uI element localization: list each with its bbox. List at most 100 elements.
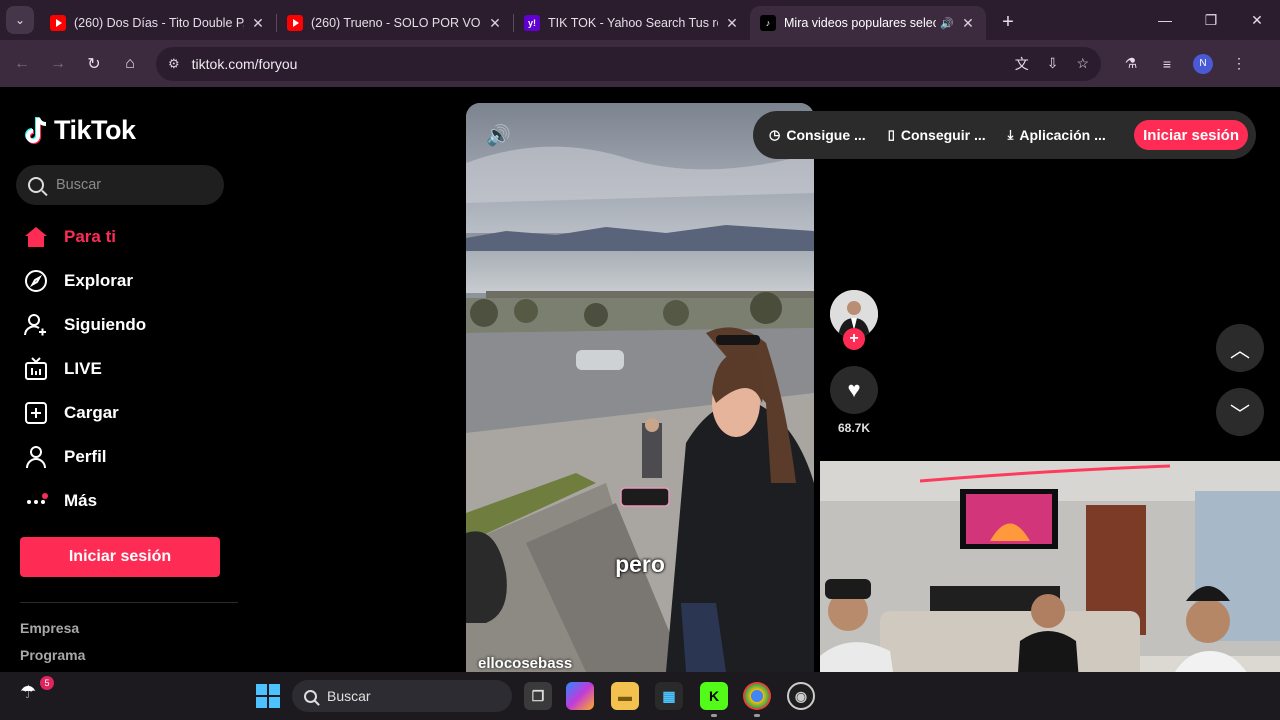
tab-title: (260) Trueno - SOLO POR VOS (: [311, 16, 481, 30]
previous-video-button[interactable]: ︿: [1216, 324, 1264, 372]
chrome-icon[interactable]: [743, 682, 771, 710]
next-video-button[interactable]: ﹀: [1216, 388, 1264, 436]
taskbar-search-placeholder: Buscar: [327, 688, 371, 704]
windows-taskbar: ☂ 5 Buscar ❐ ▬ ▦ K ◉: [0, 672, 1280, 720]
get-coins-button[interactable]: ◷ Consigue ...: [769, 127, 866, 143]
home-icon: [22, 223, 50, 251]
follow-plus-button[interactable]: +: [843, 328, 865, 350]
logo-text: TikTok: [54, 115, 136, 145]
main-nav: Para ti Explorar Siguiendo LIVE Cargar P…: [22, 215, 146, 523]
search-icon: [304, 689, 317, 703]
search-input[interactable]: Buscar: [16, 165, 224, 205]
sidebar-login-button[interactable]: Iniciar sesión: [20, 537, 220, 577]
forward-icon[interactable]: →: [40, 46, 76, 82]
video-player[interactable]: 🔊 pero ellocosebass: [466, 103, 814, 672]
bookmark-star-icon[interactable]: ☆: [1076, 55, 1089, 72]
weather-widget[interactable]: ☂ 5: [20, 676, 54, 710]
copilot-icon[interactable]: [566, 682, 594, 710]
get-app-button[interactable]: ▯ Conseguir ...: [888, 127, 986, 143]
nav-item-live[interactable]: LIVE: [22, 347, 146, 391]
profile-icon: [22, 443, 50, 471]
search-icon: [28, 177, 44, 193]
obs-icon[interactable]: ◉: [787, 682, 815, 710]
close-tab-icon[interactable]: ✕: [960, 15, 976, 32]
window-controls: — ❐ ✕: [1142, 0, 1280, 40]
footer-link-empresa[interactable]: Empresa: [20, 620, 79, 636]
youtube-icon: [50, 15, 66, 31]
store-icon[interactable]: ▦: [655, 682, 683, 710]
browser-tab-2[interactable]: (260) Trueno - SOLO POR VOS ( ✕: [277, 6, 513, 40]
browser-tab-strip: ⌄ (260) Dos Días - Tito Double P, ✕ (260…: [0, 0, 1280, 40]
tab-title: Mira videos populares selec: [784, 16, 937, 30]
tiktok-logo[interactable]: TikTok: [24, 115, 136, 146]
nav-label: Explorar: [64, 271, 133, 290]
taskbar-search[interactable]: Buscar: [292, 680, 512, 712]
top-action-bar: ◷ Consigue ... ▯ Conseguir ... ⤓ Aplicación…: [753, 111, 1256, 159]
tab-title: TIK TOK - Yahoo Search Tus resu: [548, 16, 718, 30]
close-tab-icon[interactable]: ✕: [250, 15, 266, 32]
live-tv-icon: [22, 355, 50, 383]
topbar-item-label: Aplicación ...: [1019, 127, 1106, 143]
following-icon: [22, 311, 50, 339]
nav-item-perfil[interactable]: Perfil: [22, 435, 146, 479]
nav-label: Siguiendo: [64, 315, 147, 334]
translate-icon[interactable]: 文: [1015, 54, 1029, 74]
restore-icon[interactable]: ❐: [1188, 0, 1234, 40]
close-tab-icon[interactable]: ✕: [487, 15, 503, 32]
new-tab-button[interactable]: +: [994, 8, 1022, 36]
extensions-icon[interactable]: ⚗: [1113, 55, 1149, 72]
menu-dots-icon[interactable]: ⋮: [1221, 55, 1257, 72]
running-indicator: [754, 714, 760, 717]
audio-playing-icon[interactable]: 🔊: [940, 17, 954, 30]
nav-label: Perfil: [64, 447, 107, 466]
weather-icon: ☂: [20, 682, 37, 702]
more-icon: [22, 487, 50, 515]
running-indicator: [711, 714, 717, 717]
close-tab-icon[interactable]: ✕: [724, 15, 740, 32]
nav-label: Cargar: [64, 403, 119, 422]
media-controls-icon[interactable]: ≡: [1149, 56, 1185, 72]
nav-item-cargar[interactable]: Cargar: [22, 391, 146, 435]
browser-tab-1[interactable]: (260) Dos Días - Tito Double P, ✕: [40, 6, 276, 40]
close-window-icon[interactable]: ✕: [1234, 0, 1280, 40]
back-icon[interactable]: ←: [4, 46, 40, 82]
nav-label: LIVE: [64, 359, 102, 378]
video-author[interactable]: ellocosebass: [478, 655, 572, 672]
topbar-login-button[interactable]: Iniciar sesión: [1134, 120, 1248, 150]
site-info-icon[interactable]: ⚙: [168, 56, 180, 72]
home-page-icon[interactable]: ⌂: [112, 46, 148, 82]
nav-item-explorar[interactable]: Explorar: [22, 259, 146, 303]
nav-label: Para ti: [64, 227, 116, 246]
volume-icon[interactable]: 🔊: [486, 123, 511, 148]
nav-item-para-ti[interactable]: Para ti: [22, 215, 146, 259]
task-view-icon[interactable]: ❐: [524, 682, 552, 710]
browser-toolbar: ← → ↻ ⌂ ⚙ tiktok.com/foryou 文 ⇩ ☆ ⚗ ≡ N …: [0, 40, 1280, 87]
browser-tab-4[interactable]: ♪ Mira videos populares selec 🔊 ✕: [750, 6, 986, 40]
video-caption: pero: [615, 551, 665, 577]
nav-item-siguiendo[interactable]: Siguiendo: [22, 303, 146, 347]
download-app-button[interactable]: ⤓ Aplicación ...: [1008, 127, 1106, 143]
nav-item-mas[interactable]: Más: [22, 479, 146, 523]
footer-link-programa[interactable]: Programa: [20, 647, 85, 663]
nav-label: Más: [64, 491, 98, 510]
sidebar-divider: [20, 602, 238, 603]
profile-avatar[interactable]: N: [1193, 53, 1213, 74]
minimize-icon[interactable]: —: [1142, 0, 1188, 40]
notification-badge: 5: [40, 676, 54, 690]
install-app-icon[interactable]: ⇩: [1047, 55, 1059, 72]
yahoo-icon: y!: [524, 15, 540, 31]
kick-app-icon[interactable]: K: [700, 682, 728, 710]
browser-tab-3[interactable]: y! TIK TOK - Yahoo Search Tus resu ✕: [514, 6, 750, 40]
like-button[interactable]: ♥: [830, 366, 878, 414]
search-placeholder: Buscar: [56, 177, 102, 193]
windows-start-icon[interactable]: [256, 684, 280, 708]
address-bar[interactable]: ⚙ tiktok.com/foryou 文 ⇩ ☆: [156, 46, 1101, 81]
url-text: tiktok.com/foryou: [191, 55, 298, 72]
compass-icon: [22, 267, 50, 295]
reload-icon[interactable]: ↻: [76, 46, 112, 82]
phone-icon: ▯: [887, 127, 895, 142]
file-explorer-icon[interactable]: ▬: [611, 682, 639, 710]
sidebar: TikTok Buscar Para ti Explorar Siguiendo: [0, 87, 240, 672]
tab-search-button[interactable]: ⌄: [6, 6, 34, 34]
upload-icon: [22, 399, 50, 427]
